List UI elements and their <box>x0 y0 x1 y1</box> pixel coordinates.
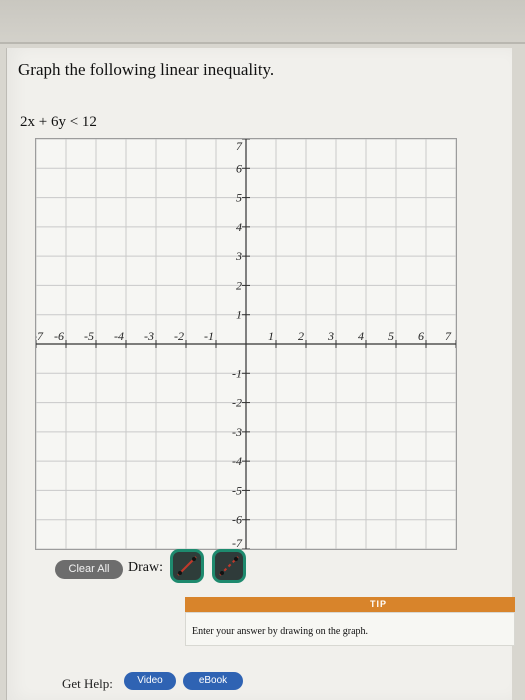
y-tick-label: -7 <box>232 536 243 549</box>
dashed-line-tool[interactable] <box>212 549 246 583</box>
x-tick-label: 7 <box>445 329 452 343</box>
y-tick-label: 1 <box>236 308 242 322</box>
x-tick-label: -5 <box>84 329 94 343</box>
x-tick-label: 2 <box>298 329 304 343</box>
x-tick-label: -3 <box>144 329 154 343</box>
y-tick-label: 2 <box>236 278 242 292</box>
solid-line-tool[interactable] <box>170 549 204 583</box>
dashed-line-icon <box>219 556 239 576</box>
x-tick-label: 4 <box>358 329 364 343</box>
question-prompt: Graph the following linear inequality. <box>18 60 275 79</box>
y-tick-label: -2 <box>232 396 242 410</box>
y-tick-label: 5 <box>236 191 242 205</box>
get-help-label: Get Help: <box>62 676 113 691</box>
graph-canvas[interactable]: -7 -6 -5 -4 -3 -2 -1 1 2 3 4 5 6 7 7 6 5 4 3 2 1 -1 -2 -3 -4 -5 -6… <box>33 138 457 550</box>
y-tick-label: -1 <box>232 366 242 380</box>
coordinate-grid[interactable]: -7 -6 -5 -4 -3 -2 -1 1 2 3 4 5 6 7 7 6 5 4 3 2 1 -1 -2 -3 -4 -5 -6… <box>33 138 457 550</box>
tip-header-bar <box>185 597 515 612</box>
x-tick-label: 6 <box>418 329 424 343</box>
y-tick-label: -3 <box>232 425 242 439</box>
y-tick-label: -6 <box>232 513 242 527</box>
x-tick-label: -6 <box>54 329 64 343</box>
x-tick-label: -4 <box>114 329 124 343</box>
y-tick-label: 3 <box>235 249 242 263</box>
browser-top-strip <box>0 0 525 42</box>
x-tick-label: -1 <box>204 329 214 343</box>
tip-text: Enter your answer by drawing on the grap… <box>192 626 369 637</box>
clear-all-button[interactable]: Clear All <box>55 560 123 579</box>
y-tick-label: 7 <box>236 139 243 153</box>
y-tick-label: -5 <box>232 483 242 497</box>
video-button[interactable]: Video <box>124 672 176 690</box>
x-tick-label: -7 <box>36 329 44 343</box>
draw-label: Draw: <box>128 560 163 575</box>
tip-label: TIP <box>370 599 388 609</box>
y-tick-label: -4 <box>232 454 242 468</box>
x-tick-label: 5 <box>388 329 394 343</box>
inequality-expression: 2x + 6y < 12 <box>20 114 97 130</box>
x-tick-label: 1 <box>268 329 274 343</box>
x-tick-label: -2 <box>174 329 184 343</box>
y-tick-label: 6 <box>236 161 242 175</box>
x-tick-label: 3 <box>327 329 334 343</box>
divider <box>0 42 525 44</box>
ebook-button[interactable]: eBook <box>183 672 243 690</box>
solid-line-icon <box>177 556 197 576</box>
y-tick-label: 4 <box>236 220 242 234</box>
